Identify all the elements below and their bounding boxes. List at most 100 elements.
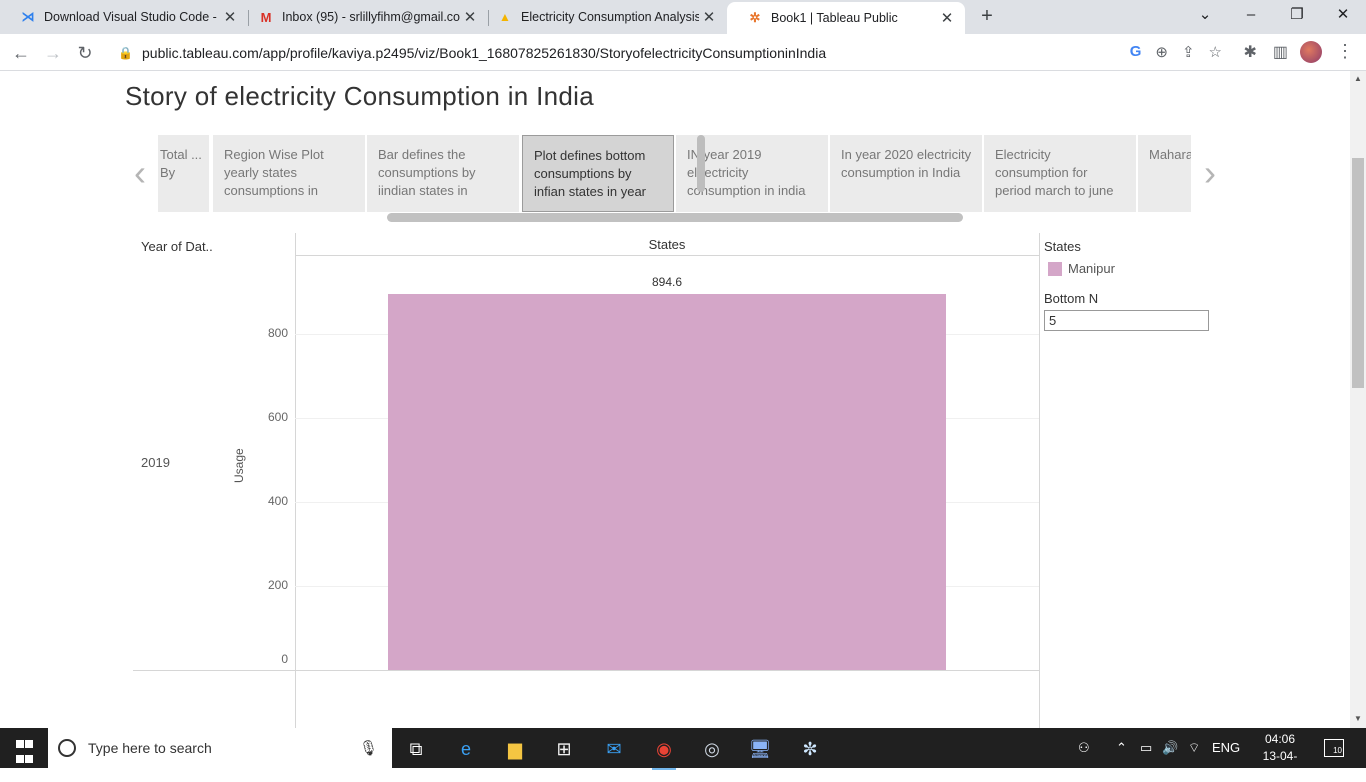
- bookmark-star-icon[interactable]: ☆: [1209, 43, 1222, 61]
- clock-date: 13-04-2023: [1262, 749, 1298, 780]
- story-point-text: Total ... By: [160, 147, 202, 180]
- story-point-text: Mahara highes elaectr: [1149, 147, 1191, 162]
- edge-icon[interactable]: e: [446, 734, 486, 764]
- story-point-4-selected[interactable]: Plot defines bottom consumptions by infi…: [522, 135, 674, 212]
- store-icon[interactable]: ⊞: [544, 734, 584, 764]
- forward-button[interactable]: →: [40, 40, 66, 66]
- back-button[interactable]: ←: [8, 40, 34, 66]
- story-point-3[interactable]: Bar defines the consumptions by iindian …: [367, 135, 519, 212]
- row-label-year: 2019: [141, 455, 170, 470]
- tab-title: Book1 | Tableau Public: [771, 11, 898, 25]
- page-scrollbar-thumb[interactable]: [1352, 158, 1364, 388]
- vscode-icon: ⋊: [21, 9, 35, 24]
- legend-item-manipur[interactable]: Manipur: [1068, 261, 1115, 276]
- tab-title: Electricity Consumption Analysis: [521, 10, 699, 24]
- story-point-8[interactable]: Mahara highes elaectr: [1138, 135, 1191, 212]
- close-window-button[interactable]: ✕: [1320, 0, 1366, 32]
- clock-time: 04:06: [1264, 732, 1296, 746]
- row-header: Year of Dat..: [141, 239, 213, 254]
- y-tick-label: 200: [267, 577, 288, 592]
- share-icon[interactable]: ⇪: [1182, 43, 1195, 61]
- remote-desktop-icon[interactable]: 🖥: [740, 734, 780, 764]
- story-next-arrow-icon[interactable]: ›: [1195, 153, 1225, 193]
- tab-electricity-analysis[interactable]: ▲ Electricity Consumption Analysis ✕: [477, 0, 727, 34]
- url-text: public.tableau.com/app/profile/kaviya.p2…: [142, 45, 827, 61]
- task-view-icon[interactable]: ⧉: [396, 734, 436, 764]
- chrome-profile-icon[interactable]: ◎: [692, 734, 732, 764]
- google-icon[interactable]: G: [1130, 43, 1142, 61]
- new-tab-button[interactable]: +: [976, 5, 998, 27]
- close-tab-icon[interactable]: ✕: [699, 8, 719, 26]
- volume-icon[interactable]: 🔊: [1162, 740, 1178, 756]
- tab-gmail-inbox[interactable]: M Inbox (95) - srlillyfihm@gmail.com ✕: [238, 0, 488, 34]
- story-point-text: Electricity consumption for period march…: [995, 147, 1114, 198]
- notification-count: 10: [1333, 746, 1342, 755]
- side-panel-icon[interactable]: ▥: [1273, 42, 1288, 62]
- legend-swatch-manipur[interactable]: [1048, 262, 1062, 276]
- chrome-icon[interactable]: ◉: [644, 734, 684, 770]
- notification-center-icon[interactable]: 10: [1324, 739, 1344, 757]
- column-header: States: [648, 237, 686, 252]
- close-tab-icon[interactable]: ✕: [937, 9, 957, 27]
- legend-title: States: [1044, 239, 1081, 254]
- browser-tab-strip: ⋊ Download Visual Studio Code - M ✕ M In…: [0, 0, 1366, 34]
- story-point-text: Plot defines bottom consumptions by infi…: [534, 148, 647, 199]
- gmail-icon: M: [260, 9, 272, 25]
- search-placeholder: Type here to search: [88, 740, 212, 756]
- story-point-1[interactable]: Total ... By: [158, 135, 209, 212]
- viz-sheet: Year of Dat.. States 2019 Usage 0 200 400 6…: [133, 231, 1233, 728]
- tableau-icon: ✲: [749, 10, 761, 25]
- header-divider: [295, 255, 1039, 256]
- zoom-icon[interactable]: ⊕: [1155, 43, 1168, 61]
- tab-title: Inbox (95) - srlillyfihm@gmail.com: [282, 10, 460, 24]
- tab-visual-studio-code[interactable]: ⋊ Download Visual Studio Code - M ✕: [0, 0, 248, 34]
- story-horizontal-scrollbar[interactable]: [387, 213, 963, 222]
- battery-icon[interactable]: ▭: [1140, 740, 1152, 756]
- pane-divider: [295, 233, 296, 728]
- parameter-label: Bottom N: [1044, 291, 1099, 306]
- bar-manipur[interactable]: [388, 294, 946, 670]
- story-points: Total ... By Region Wise Plot yearly sta…: [158, 135, 1191, 212]
- windows-taskbar: Type here to search 🎙 ⧉ e ▆ ⊞ ✉ ◉ ◎ 🖥 ✼ …: [0, 728, 1366, 780]
- snipping-tool-icon[interactable]: ✼: [790, 734, 830, 764]
- clock[interactable]: 04:06 13-04-2023: [1252, 731, 1308, 782]
- browser-toolbar: ← → ↻ 🔒 public.tableau.com/app/profile/k…: [0, 34, 1366, 71]
- close-tab-icon[interactable]: ✕: [220, 8, 240, 26]
- minimize-button[interactable]: –: [1228, 0, 1274, 32]
- scroll-down-icon[interactable]: ▼: [1350, 714, 1366, 723]
- start-button[interactable]: [0, 728, 48, 768]
- restore-button[interactable]: ❐: [1274, 0, 1320, 32]
- scroll-up-icon[interactable]: ▲: [1350, 74, 1366, 83]
- search-icon: [58, 739, 76, 757]
- y-tick-label: 600: [267, 409, 288, 424]
- story-point-text: In year 2020 electricity consumption in …: [841, 147, 972, 180]
- file-explorer-icon[interactable]: ▆: [495, 734, 535, 764]
- reload-button[interactable]: ↻: [72, 40, 98, 66]
- story-title: Story of electricity Consumption in Indi…: [125, 81, 594, 111]
- tableau-page: Story of electricity Consumption in Indi…: [0, 71, 1350, 728]
- tab-search-icon[interactable]: ⌄: [1182, 0, 1228, 32]
- story-point-scrollbar[interactable]: [697, 135, 705, 192]
- story-point-7[interactable]: Electricity consumption for period march…: [984, 135, 1136, 212]
- microphone-icon[interactable]: 🎙: [359, 739, 378, 757]
- story-point-2[interactable]: Region Wise Plot yearly states consumpti…: [213, 135, 365, 212]
- mail-icon[interactable]: ✉: [594, 734, 634, 764]
- taskbar-search[interactable]: Type here to search 🎙: [48, 728, 392, 768]
- bottom-n-input[interactable]: 5: [1044, 310, 1209, 331]
- show-hidden-icons[interactable]: ⌃: [1116, 740, 1127, 756]
- lock-icon: 🔒: [118, 46, 133, 60]
- people-icon[interactable]: ⚇: [1078, 740, 1090, 756]
- story-point-text: Region Wise Plot yearly states consumpti…: [224, 147, 324, 198]
- y-tick-label: 0: [281, 652, 288, 666]
- profile-avatar[interactable]: [1300, 41, 1322, 63]
- story-navigator: ‹ Total ... By Region Wise Plot yearly s…: [125, 135, 1225, 225]
- browser-menu-icon[interactable]: ⋮: [1336, 41, 1354, 62]
- story-point-6[interactable]: In year 2020 electricity consumption in …: [830, 135, 982, 212]
- story-prev-arrow-icon[interactable]: ‹: [125, 153, 155, 193]
- tab-tableau-public[interactable]: ✲ Book1 | Tableau Public ✕: [727, 2, 965, 34]
- story-point-text: Bar defines the consumptions by iindian …: [378, 147, 476, 198]
- address-bar[interactable]: 🔒 public.tableau.com/app/profile/kaviya.…: [110, 39, 1228, 67]
- language-indicator[interactable]: ENG: [1212, 740, 1240, 755]
- wifi-icon[interactable]: ⌔: [1188, 740, 1200, 756]
- extensions-icon[interactable]: ✱: [1243, 42, 1256, 62]
